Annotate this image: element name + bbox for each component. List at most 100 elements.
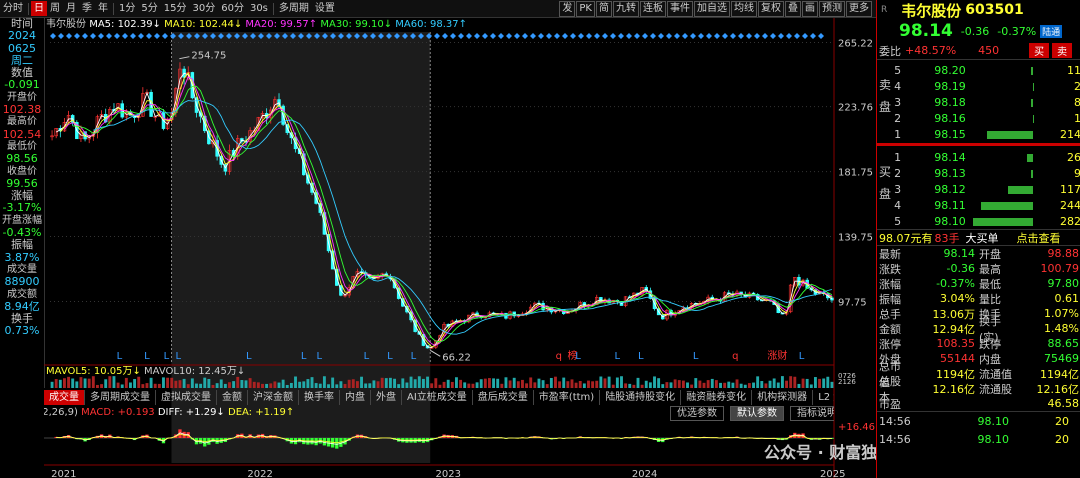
- quote-key: 量比: [979, 292, 1001, 306]
- indicator-tab[interactable]: 多周期成交量: [85, 390, 156, 405]
- marker-diamond: [50, 33, 56, 39]
- macd-param-button[interactable]: 指标说明: [790, 406, 834, 421]
- volume-bar: [797, 383, 801, 388]
- event-marker[interactable]: L: [387, 351, 393, 362]
- info-value: 88900: [4, 275, 40, 289]
- indicator-tab[interactable]: 沪深金额: [248, 390, 299, 405]
- marker-diamond: [514, 33, 520, 39]
- event-marker[interactable]: q: [556, 351, 562, 362]
- indicator-tab[interactable]: 陆股通持股变化: [600, 390, 682, 405]
- quote-value: 55144: [940, 352, 975, 365]
- event-marker[interactable]: L: [175, 351, 181, 362]
- volume-bar: [162, 377, 165, 388]
- info-value: 3.87%: [4, 250, 40, 264]
- period-tab[interactable]: 月: [63, 1, 79, 16]
- event-marker[interactable]: L: [144, 351, 150, 362]
- quote-value: 12.94亿: [932, 322, 976, 336]
- tool-button[interactable]: 加自选: [694, 0, 730, 17]
- event-marker[interactable]: L: [614, 351, 620, 362]
- volume-bar: [475, 382, 479, 388]
- volume-bar: [310, 377, 314, 388]
- period-tab[interactable]: 设置: [312, 1, 338, 16]
- period-tab[interactable]: 周: [47, 1, 63, 16]
- volume-bar: [166, 377, 170, 388]
- kline-chart[interactable]: 265.22 223.76 181.75 139.75 97.75 韦尔股份 MA5: 1…: [44, 18, 876, 478]
- event-marker[interactable]: L: [575, 351, 581, 362]
- tick-volume: 20: [1055, 414, 1069, 428]
- buy-button[interactable]: 买: [1029, 43, 1050, 58]
- period-tab[interactable]: 15分: [161, 1, 190, 16]
- sell-button[interactable]: 卖: [1052, 43, 1073, 58]
- indicator-tab[interactable]: AI立桩成交量: [402, 390, 473, 405]
- volume-bar: [673, 379, 677, 388]
- tool-button[interactable]: 简: [596, 0, 612, 17]
- tool-button[interactable]: 连板: [640, 0, 666, 17]
- event-marker[interactable]: L: [164, 351, 170, 362]
- tool-button[interactable]: 复权: [758, 0, 784, 17]
- event-marker[interactable]: L: [638, 351, 644, 362]
- book-price: 98.13: [934, 166, 966, 180]
- tool-button[interactable]: 叠: [785, 0, 801, 17]
- tool-button[interactable]: 九转: [613, 0, 639, 17]
- indicator-tab[interactable]: 机构探测器: [752, 390, 814, 405]
- indicator-tab[interactable]: 内盘: [340, 390, 371, 405]
- period-tab[interactable]: 季: [79, 1, 95, 16]
- event-marker[interactable]: L: [246, 351, 252, 362]
- period-tab[interactable]: 日: [31, 1, 47, 16]
- event-marker[interactable]: q: [732, 351, 738, 362]
- indicator-tab[interactable]: 外盘: [371, 390, 402, 405]
- event-marker[interactable]: 涨财: [767, 349, 787, 362]
- indicator-tab[interactable]: 市盈率(ttm): [534, 390, 601, 405]
- macd-param-button[interactable]: 优选参数: [670, 406, 724, 421]
- tool-button[interactable]: 预测: [819, 0, 845, 17]
- big-order-link[interactable]: 点击查看: [1017, 230, 1061, 246]
- period-tab[interactable]: 5分: [138, 1, 160, 16]
- volume-bar: [504, 377, 508, 388]
- event-marker[interactable]: L: [693, 351, 699, 362]
- period-tab[interactable]: 1分: [116, 1, 138, 16]
- x-axis-label: 2024: [632, 469, 657, 478]
- volume-bar: [648, 382, 652, 388]
- tool-button[interactable]: 画: [802, 0, 818, 17]
- period-tab[interactable]: 30分: [189, 1, 218, 16]
- event-marker[interactable]: L: [317, 351, 323, 362]
- event-marker[interactable]: L: [411, 351, 417, 362]
- volume-bar: [438, 384, 442, 388]
- event-marker[interactable]: L: [799, 351, 805, 362]
- event-marker[interactable]: L: [364, 351, 370, 362]
- indicator-tab[interactable]: 金额: [217, 390, 248, 405]
- macd-param-button[interactable]: 默认参数: [730, 406, 784, 421]
- event-marker[interactable]: L: [301, 351, 307, 362]
- indicator-tab[interactable]: 融资融券变化: [681, 390, 753, 405]
- tool-button[interactable]: 发: [559, 0, 576, 17]
- indicator-tab[interactable]: 换手率: [299, 390, 340, 405]
- min-price-label: 66.22: [442, 352, 471, 363]
- tool-button[interactable]: 更多: [846, 0, 872, 17]
- indicator-tab[interactable]: 盘后成交量: [473, 390, 534, 405]
- volume-bar: [442, 381, 446, 388]
- marker-diamond: [810, 33, 816, 39]
- volume-bar: [380, 377, 384, 388]
- period-tab[interactable]: 分时: [0, 1, 26, 16]
- marker-diamond: [818, 33, 824, 39]
- quote-row: 涨停 108.35 跌停 88.65: [879, 336, 1080, 351]
- indicator-tab[interactable]: 成交量: [44, 390, 85, 405]
- volume-bar: [690, 384, 694, 388]
- quote-value: -0.37%: [936, 277, 975, 290]
- tool-button[interactable]: 均线: [731, 0, 757, 17]
- marker-diamond: [730, 33, 736, 39]
- tool-button[interactable]: 事件: [667, 0, 693, 17]
- volume-bar: [244, 380, 248, 388]
- period-tab[interactable]: 年: [95, 1, 111, 16]
- period-tab[interactable]: 60分: [218, 1, 247, 16]
- tool-button[interactable]: PK: [576, 0, 595, 17]
- period-tab[interactable]: 多周期: [276, 1, 312, 16]
- period-tab[interactable]: 30s: [247, 1, 271, 16]
- watermark-text: 公众号 · 财富独角兽: [764, 443, 876, 462]
- indicator-tab[interactable]: 虚拟成交量: [156, 390, 217, 405]
- indicator-tab[interactable]: L2 资金抄底: [813, 390, 834, 405]
- quote-value: 98.88: [1047, 247, 1080, 260]
- volume-bar: [636, 377, 640, 388]
- toolbar-divider: [272, 2, 274, 15]
- event-marker[interactable]: L: [117, 351, 123, 362]
